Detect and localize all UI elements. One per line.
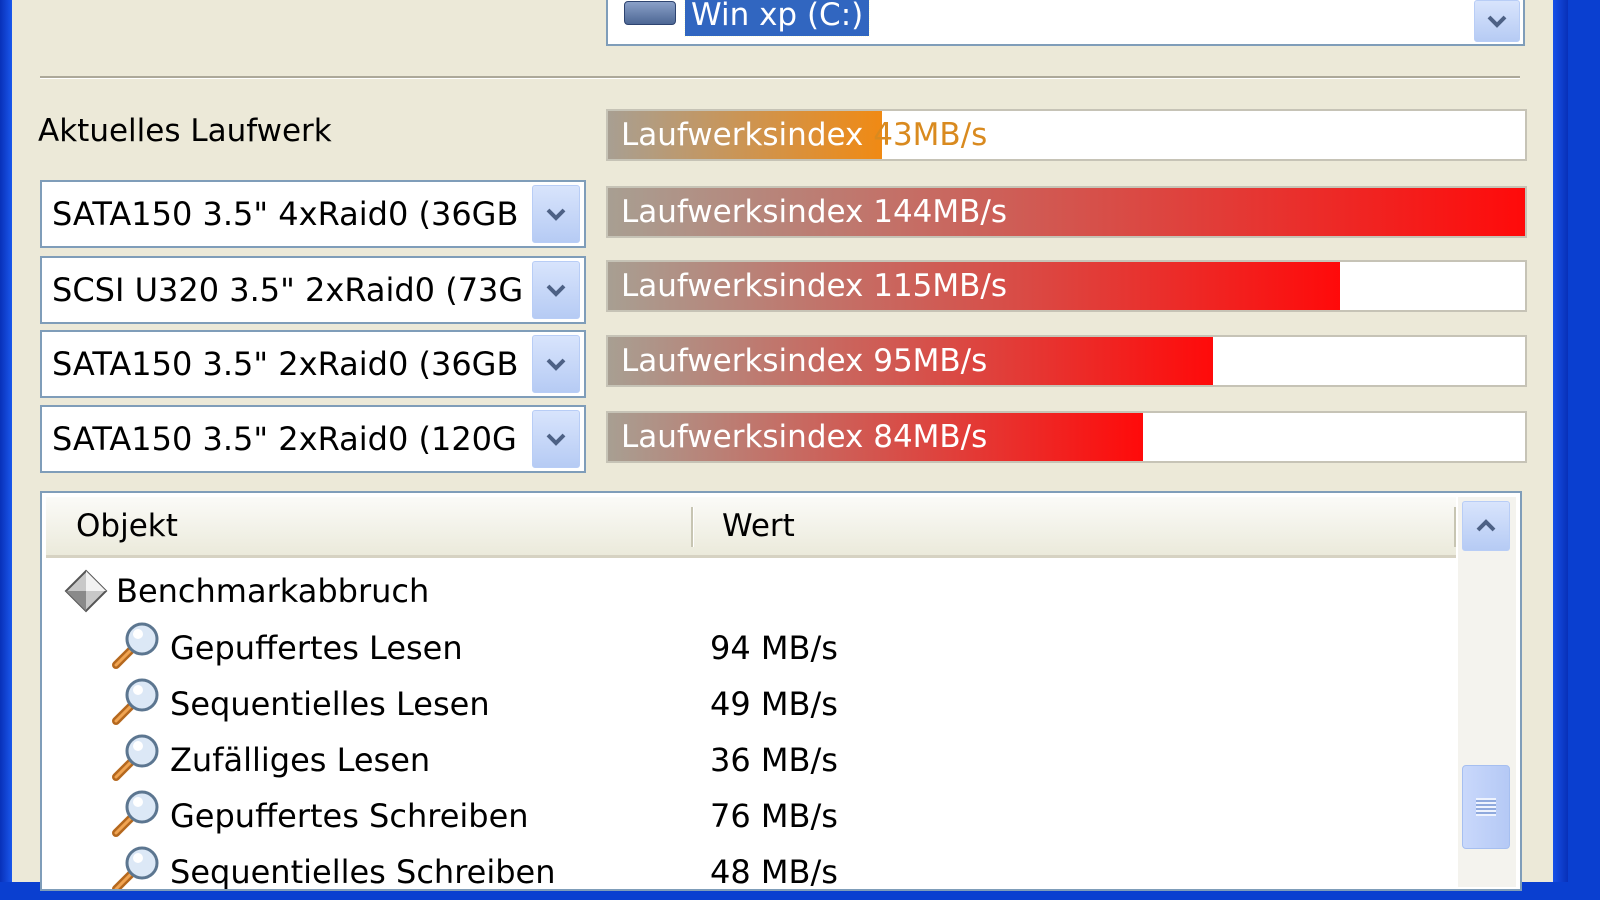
chevron-down-icon	[546, 358, 566, 371]
magnifier-icon	[112, 734, 159, 781]
comparison-bar-1-text: Laufwerksindex 144MB/s	[621, 194, 1008, 230]
vertical-scrollbar[interactable]	[1458, 497, 1516, 887]
group-label: Benchmarkabbruch	[116, 572, 430, 610]
current-drive-bar-text: Laufwerksindex 43MB/s	[621, 111, 987, 159]
row-value: 36 MB/s	[710, 741, 838, 779]
chevron-up-icon	[1476, 519, 1496, 532]
comparison-select-2-value: SCSI U320 3.5" 2xRaid0 (73G	[52, 271, 522, 309]
list-header: Objekt Wert	[46, 497, 1456, 558]
column-divider-end	[1454, 507, 1456, 547]
table-row[interactable]: Gepuffertes Lesen 94 MB/s	[170, 621, 1440, 675]
row-value: 49 MB/s	[710, 685, 838, 723]
comparison-bar-2-text: Laufwerksindex 115MB/s	[621, 268, 1008, 304]
row-name: Gepuffertes Lesen	[170, 629, 463, 667]
comparison-bar-4: Laufwerksindex 84MB/s	[606, 411, 1527, 463]
drive-select-arrow[interactable]	[1474, 0, 1520, 42]
column-header-objekt[interactable]: Objekt	[76, 497, 178, 555]
comparison-bar-2: Laufwerksindex 115MB/s	[606, 260, 1527, 312]
window-frame-left	[0, 0, 12, 882]
results-list[interactable]: Objekt Wert Benchmarkabbruch Gepuffertes…	[40, 491, 1522, 891]
row-name: Sequentielles Schreiben	[170, 853, 556, 891]
chevron-down-icon	[546, 284, 566, 297]
current-drive-bar: Laufwerksindex 43MB/s	[606, 109, 1527, 161]
window-frame-right	[1553, 0, 1568, 882]
table-row[interactable]: Sequentielles Lesen 49 MB/s	[170, 677, 1440, 731]
comparison-select-1[interactable]: SATA150 3.5" 4xRaid0 (36GB	[40, 180, 586, 248]
comparison-select-3-value: SATA150 3.5" 2xRaid0 (36GB	[52, 345, 519, 383]
comparison-select-2-arrow[interactable]	[532, 261, 580, 319]
comparison-select-1-arrow[interactable]	[532, 185, 580, 243]
comparison-select-3-arrow[interactable]	[532, 335, 580, 393]
comparison-select-2[interactable]: SCSI U320 3.5" 2xRaid0 (73G	[40, 256, 586, 324]
group-row[interactable]: Benchmarkabbruch	[116, 564, 429, 618]
current-drive-bar-value: 43MB/s	[873, 117, 988, 153]
row-name: Zufälliges Lesen	[170, 741, 431, 779]
comparison-select-4[interactable]: SATA150 3.5" 2xRaid0 (120G	[40, 405, 586, 473]
comparison-select-1-value: SATA150 3.5" 4xRaid0 (36GB	[52, 195, 519, 233]
scroll-thumb[interactable]	[1462, 765, 1510, 849]
drive-select-value: Win xp (C:)	[683, 0, 871, 37]
table-row[interactable]: Zufälliges Lesen 36 MB/s	[170, 733, 1440, 787]
comparison-bar-1: Laufwerksindex 144MB/s	[606, 186, 1527, 238]
comparison-bar-4-text: Laufwerksindex 84MB/s	[621, 419, 988, 455]
benchmark-window: Win xp (C:) Aktuelles Laufwerk Laufwerks…	[12, 0, 1553, 891]
comparison-select-4-value: SATA150 3.5" 2xRaid0 (120G	[52, 420, 517, 458]
chevron-down-icon	[546, 433, 566, 446]
diamond-icon	[64, 569, 108, 613]
comparison-select-3[interactable]: SATA150 3.5" 2xRaid0 (36GB	[40, 330, 586, 398]
hard-drive-icon	[624, 1, 676, 25]
separator	[40, 76, 1520, 79]
chevron-down-icon	[546, 208, 566, 221]
column-divider[interactable]	[691, 507, 694, 547]
row-name: Sequentielles Lesen	[170, 685, 490, 723]
magnifier-icon	[112, 790, 159, 837]
magnifier-icon	[112, 846, 159, 889]
scroll-up-button[interactable]	[1462, 501, 1510, 551]
table-row[interactable]: Gepuffertes Schreiben 76 MB/s	[170, 789, 1440, 843]
comparison-bar-3-text: Laufwerksindex 95MB/s	[621, 343, 988, 379]
row-value: 76 MB/s	[710, 797, 838, 835]
row-name: Gepuffertes Schreiben	[170, 797, 529, 835]
magnifier-icon	[112, 622, 159, 669]
current-drive-bar-label: Laufwerksindex	[621, 117, 864, 153]
comparison-select-4-arrow[interactable]	[532, 410, 580, 468]
row-value: 48 MB/s	[710, 853, 838, 891]
row-value: 94 MB/s	[710, 629, 838, 667]
current-drive-label: Aktuelles Laufwerk	[38, 113, 332, 149]
column-header-wert[interactable]: Wert	[722, 497, 795, 555]
comparison-bar-3: Laufwerksindex 95MB/s	[606, 335, 1527, 387]
magnifier-icon	[112, 678, 159, 725]
drive-select[interactable]: Win xp (C:)	[606, 0, 1525, 46]
chevron-down-icon	[1487, 15, 1507, 28]
grip-icon	[1476, 798, 1496, 816]
table-row[interactable]: Sequentielles Schreiben 48 MB/s	[170, 845, 1440, 891]
